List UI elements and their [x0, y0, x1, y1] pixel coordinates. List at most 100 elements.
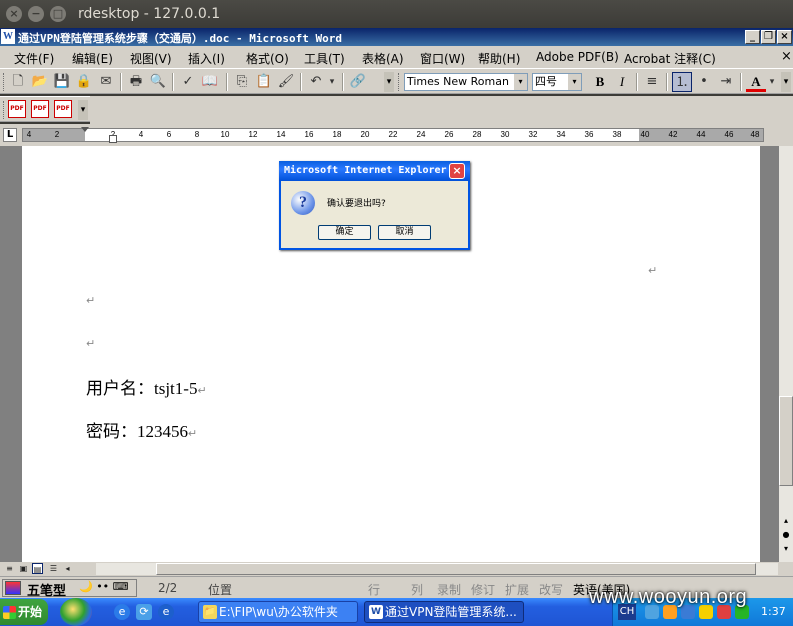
status-track-changes[interactable]: 修订 [471, 581, 495, 598]
menu-insert[interactable]: 插入(I) [188, 50, 225, 67]
increase-indent-icon[interactable]: ⇥ [716, 72, 736, 92]
spelling-icon[interactable]: ✓ [178, 72, 198, 92]
ruler-tick: 2 [54, 130, 60, 139]
menu-edit[interactable]: 编辑(E) [72, 50, 113, 67]
menu-adobe-pdf[interactable]: Adobe PDF(B) [536, 50, 619, 64]
ime-mode[interactable]: 五笔型 [27, 580, 66, 599]
ie-quicklaunch-icon-2[interactable]: e [158, 604, 174, 620]
format-painter-icon[interactable]: 🖌 [276, 72, 296, 92]
first-line-indent-marker[interactable] [81, 127, 89, 132]
ime-toolbar[interactable]: 五笔型 🌙 •• ⌨ [2, 579, 137, 599]
ime-options[interactable]: 🌙 •• ⌨ [79, 580, 129, 593]
clock[interactable]: 1:37 [761, 605, 786, 618]
taskbar-explorer-window[interactable]: 📁 E:\FIP\wu\办公软件夹 [198, 601, 358, 623]
pdf-toolbar-chevron[interactable]: ▾ [78, 100, 88, 120]
status-position: 位置 [208, 583, 233, 597]
ime-logo-icon[interactable] [5, 581, 21, 595]
normal-view-button[interactable]: ≡ [4, 563, 15, 574]
font-color-icon[interactable]: A [746, 72, 766, 92]
menu-acrobat-comments[interactable]: Acrobat 注释(C) [624, 50, 716, 67]
start-button[interactable]: 开始 [0, 599, 48, 625]
ruler-tick: 6 [166, 130, 172, 139]
hanging-indent-marker[interactable] [109, 135, 117, 143]
vertical-scrollbar[interactable]: ▴ ● ▾ [779, 146, 793, 562]
menu-table[interactable]: 表格(A) [362, 50, 404, 67]
menu-window[interactable]: 窗口(W) [420, 50, 465, 67]
copy-icon[interactable]: ⎘ [232, 72, 252, 92]
reading-layout-button[interactable]: ◂ [62, 563, 73, 574]
print-preview-icon[interactable]: 🔍 [148, 72, 168, 92]
pdf-email-icon[interactable]: PDF [31, 100, 49, 118]
previous-page-icon[interactable]: ▴ [781, 516, 791, 526]
menu-tools[interactable]: 工具(T) [304, 50, 345, 67]
format-toolbar-chevron[interactable]: ▾ [781, 72, 791, 92]
select-browse-object-icon[interactable]: ● [781, 530, 791, 540]
horizontal-ruler[interactable]: L 4 2 2 4 6 8 10 12 14 16 18 20 22 24 26… [0, 124, 793, 146]
numbering-icon[interactable]: ⒈ [672, 72, 692, 92]
taskbar-word-window[interactable]: W 通过VPN登陆管理系统... [364, 601, 524, 623]
paste-icon[interactable]: 📋 [254, 72, 274, 92]
pdf-review-icon[interactable]: PDF [54, 100, 72, 118]
word-app-icon[interactable]: W [1, 29, 15, 44]
align-justify-icon[interactable]: ≡ [642, 72, 662, 92]
tab-selector-icon[interactable]: L [3, 128, 17, 142]
convert-to-pdf-icon[interactable]: PDF [8, 100, 26, 118]
ruler-tick: 12 [248, 130, 258, 139]
italic-button[interactable]: I [612, 72, 632, 92]
word-close-button[interactable]: × [777, 30, 792, 44]
outer-maximize-button[interactable]: □ [50, 6, 66, 22]
toolbar-grip[interactable] [3, 101, 6, 119]
toolbar-options-chevron[interactable]: ▾ [384, 72, 394, 92]
outer-minimize-button[interactable]: − [28, 6, 44, 22]
print-icon[interactable]: 🖶 [126, 72, 146, 92]
dialog-close-button[interactable]: × [449, 163, 465, 179]
print-layout-button[interactable]: ▤ [32, 563, 43, 574]
ie-quicklaunch-icon[interactable]: e [114, 604, 130, 620]
email-icon[interactable]: ✉ [96, 72, 116, 92]
undo-dropdown-icon[interactable]: ▾ [326, 72, 338, 92]
menu-help[interactable]: 帮助(H) [478, 50, 520, 67]
bold-button[interactable]: B [590, 72, 610, 92]
horizontal-scrollbar[interactable] [96, 563, 778, 575]
menu-format[interactable]: 格式(O) [246, 50, 289, 67]
outer-close-button[interactable]: × [6, 6, 22, 22]
word-minimize-button[interactable]: _ [745, 30, 760, 44]
bullets-icon[interactable]: • [694, 72, 714, 92]
status-line: 行 [368, 583, 381, 597]
username-line[interactable]: 用户名：tsjt1-5↵ [86, 374, 207, 399]
menu-view[interactable]: 视图(V) [130, 50, 172, 67]
vertical-scroll-thumb[interactable] [779, 396, 793, 486]
font-color-dropdown-icon[interactable]: ▾ [766, 72, 778, 92]
save-icon[interactable]: 💾 [52, 72, 72, 92]
status-overtype[interactable]: 改写 [539, 581, 563, 598]
toolbar-grip[interactable] [3, 73, 6, 91]
new-document-icon[interactable]: 🗋 [8, 72, 28, 92]
dialog-titlebar[interactable]: Microsoft Internet Explorer × [279, 161, 470, 181]
font-size-combo[interactable]: 四号 ▾ [532, 73, 582, 91]
word-restore-button[interactable]: ❐ [761, 30, 776, 44]
ruler-strip[interactable]: 4 2 2 4 6 8 10 12 14 16 18 20 22 24 26 2… [22, 127, 764, 143]
open-folder-icon[interactable]: 📂 [30, 72, 50, 92]
menu-file[interactable]: 文件(F) [14, 50, 54, 67]
font-name-dropdown-icon[interactable]: ▾ [514, 74, 527, 90]
status-record[interactable]: 录制 [437, 581, 461, 598]
horizontal-scroll-thumb[interactable] [156, 563, 756, 575]
document-close-button[interactable]: × [781, 49, 792, 64]
research-icon[interactable]: 📖 [200, 72, 220, 92]
cancel-button[interactable]: 取消 [378, 225, 431, 240]
toolbar-grip[interactable] [398, 73, 401, 91]
permission-icon[interactable]: 🔒 [74, 72, 94, 92]
undo-icon[interactable]: ↶ [306, 72, 326, 92]
status-extend[interactable]: 扩展 [505, 581, 529, 598]
next-page-icon[interactable]: ▾ [781, 544, 791, 554]
password-line[interactable]: 密码：123456↵ [86, 417, 197, 442]
browser-orb-icon[interactable] [60, 598, 92, 626]
ok-button[interactable]: 确定 [318, 225, 371, 240]
ruler-tick: 8 [194, 130, 200, 139]
font-name-combo[interactable]: Times New Roman ▾ [404, 73, 528, 91]
hyperlink-icon[interactable]: 🔗 [348, 72, 368, 92]
refresh-quicklaunch-icon[interactable]: ⟳ [136, 604, 152, 620]
web-layout-button[interactable]: ▣ [18, 563, 29, 574]
font-size-dropdown-icon[interactable]: ▾ [568, 74, 581, 90]
outline-view-button[interactable]: ☰ [48, 563, 59, 574]
